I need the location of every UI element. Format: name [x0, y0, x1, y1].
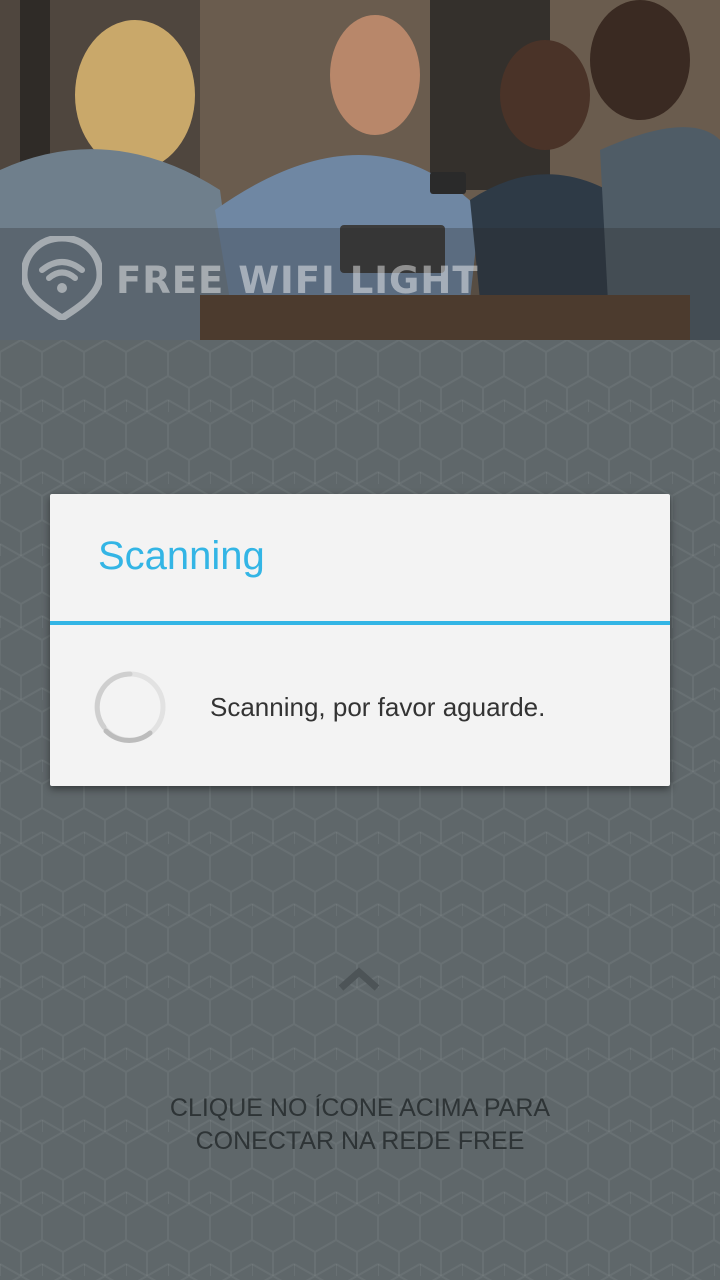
chevron-up-icon[interactable] [338, 966, 380, 992]
dialog-divider [50, 621, 670, 625]
connect-hint: CLIQUE NO ÍCONE ACIMA PARA CONECTAR NA R… [0, 1092, 720, 1158]
header-banner: FREE WIFI LIGHT [0, 0, 720, 340]
brand-name: FREE WIFI LIGHT [116, 258, 479, 302]
wifi-location-pin-icon [22, 236, 102, 320]
dialog-message: Scanning, por favor aguarde. [210, 692, 546, 722]
spinner-icon [94, 671, 166, 743]
brand: FREE WIFI LIGHT [22, 236, 479, 320]
dialog-title: Scanning [98, 534, 265, 578]
hint-line-1: CLIQUE NO ÍCONE ACIMA PARA [169, 1094, 551, 1122]
hint-line-2: CONECTAR NA REDE FREE [195, 1127, 525, 1155]
scanning-dialog: Scanning Scanning, por favor aguarde. [50, 494, 670, 786]
